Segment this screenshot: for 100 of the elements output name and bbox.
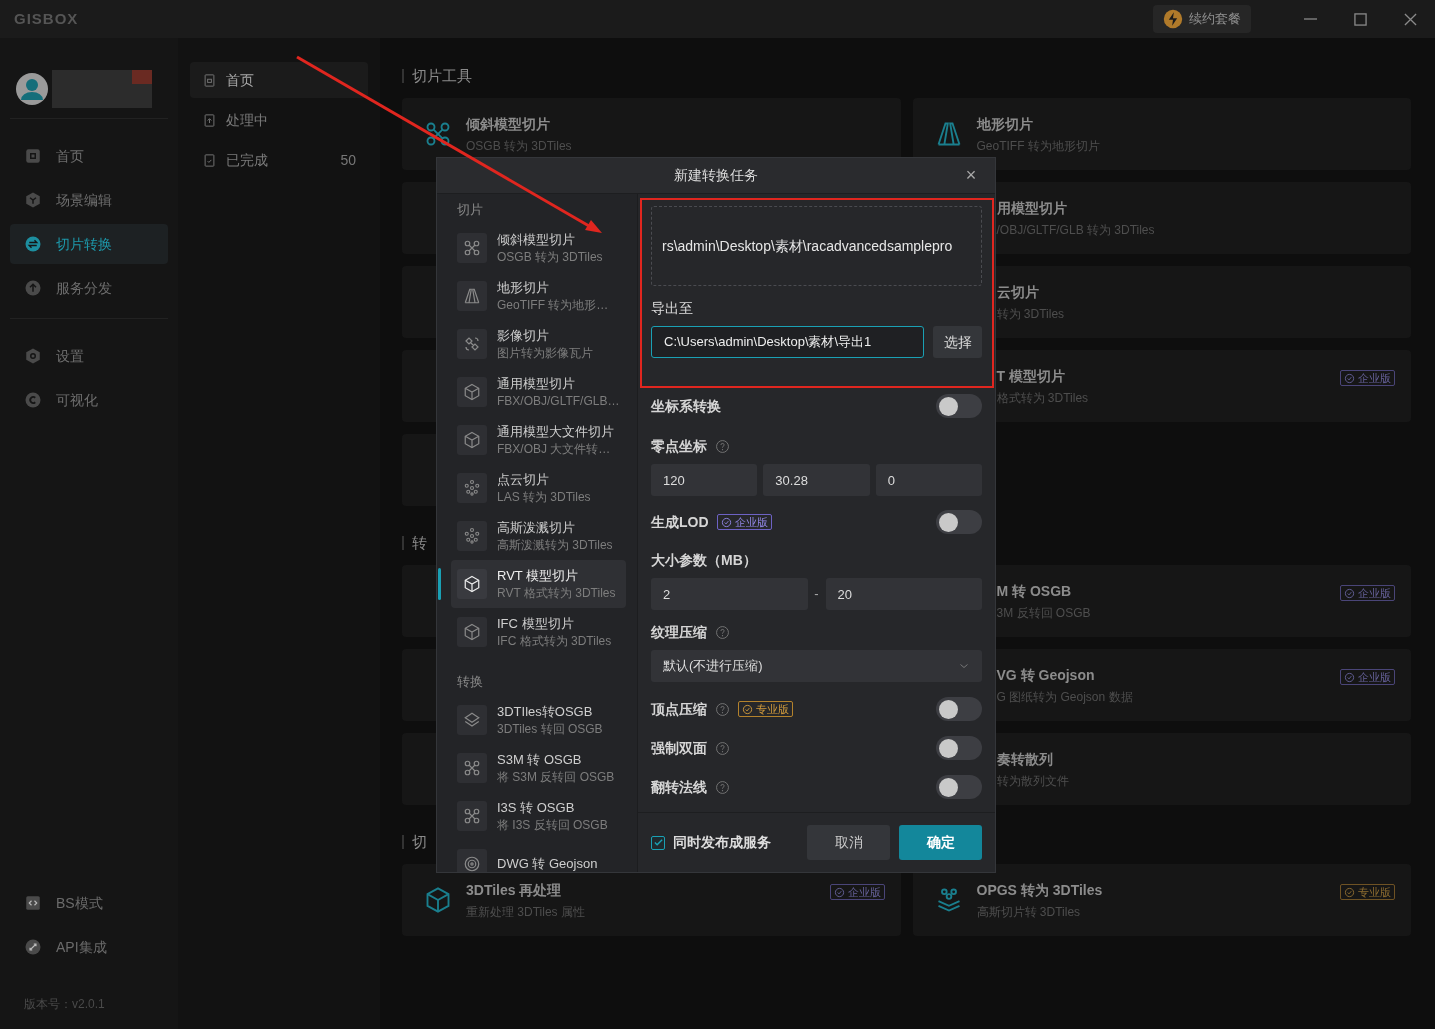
range-separator: - xyxy=(813,585,820,604)
card-title: 用模型切片 xyxy=(996,199,1068,218)
nav-item[interactable]: 可视化 xyxy=(10,380,168,420)
card-title: M 转 OSGB xyxy=(996,582,1073,601)
avatar-icon xyxy=(16,73,48,105)
item-title: 点云切片 xyxy=(497,471,550,489)
dots-icon xyxy=(463,479,481,497)
item-title: 倾斜模型切片 xyxy=(497,231,576,249)
quadcopter-icon xyxy=(463,759,481,777)
task-filter-item[interactable]: 首页 xyxy=(190,62,368,98)
nav-item[interactable]: 首页 xyxy=(10,136,168,176)
task-type-item[interactable]: 影像切片 图片转为影像瓦片 xyxy=(451,320,626,368)
coordinate-field[interactable]: 0 xyxy=(875,464,982,496)
layers-icon xyxy=(463,711,481,729)
item-subtitle: 将 I3S 反转回 OSGB xyxy=(497,817,608,833)
nav-item[interactable]: 设置 xyxy=(10,336,168,376)
coordinate-field[interactable]: 30.28 xyxy=(763,464,870,496)
minimize-icon xyxy=(1303,18,1317,20)
nav-item[interactable]: 服务分发 xyxy=(10,268,168,308)
c-circle-icon xyxy=(24,391,42,409)
card-title: 云切片 xyxy=(996,283,1040,302)
size-field[interactable]: 20 xyxy=(825,578,982,610)
item-title: 地形切片 xyxy=(497,279,550,297)
task-type-item[interactable]: 通用模型大文件切片 FBX/OBJ 大文件转… xyxy=(451,416,626,464)
field-label: 导出至 xyxy=(651,299,694,318)
check-circle-icon xyxy=(1344,671,1355,683)
task-filter-item[interactable]: 已完成 50 xyxy=(190,142,368,178)
code-icon xyxy=(24,894,42,912)
field-label: 强制双面 xyxy=(651,738,707,758)
field-label: 纹理压缩 xyxy=(651,622,707,642)
toggle-switch[interactable] xyxy=(936,697,982,721)
size-field[interactable]: 2 xyxy=(651,578,808,610)
item-subtitle: IFC 格式转为 3DTiles xyxy=(497,633,612,649)
item-title: 影像切片 xyxy=(497,327,550,345)
badge-label: 企业版 xyxy=(734,516,768,528)
item-title: I3S 转 OSGB xyxy=(497,799,576,817)
item-subtitle: 图片转为影像瓦片 xyxy=(497,345,593,361)
list-section-title: 切片 xyxy=(456,202,484,218)
cube-icon xyxy=(463,383,481,401)
task-type-item[interactable]: 地形切片 GeoTIFF 转为地形… xyxy=(451,272,626,320)
nav-item[interactable]: 切片转换 xyxy=(10,224,168,264)
toggle-switch[interactable] xyxy=(936,736,982,760)
task-type-item[interactable]: 通用模型切片 FBX/OBJ/GLTF/GLB… xyxy=(451,368,626,416)
task-type-item[interactable]: 点云切片 LAS 转为 3DTiles xyxy=(451,464,626,512)
task-type-item[interactable]: 3DTIles转OSGB 3DTiles 转回 OSGB xyxy=(451,696,626,744)
section-title: 转 xyxy=(412,532,427,553)
item-title: 3DTIles转OSGB xyxy=(497,703,594,721)
card-title: OPGS 转为 3DTiles xyxy=(976,881,1104,900)
check-circle-icon xyxy=(833,886,845,898)
choose-button[interactable]: 选择 xyxy=(933,326,982,358)
export-path-field[interactable]: C:\Users\admin\Desktop\素材\导出1 xyxy=(651,326,925,358)
item-subtitle: 高斯泼溅转为 3DTiles xyxy=(497,537,613,553)
close-icon xyxy=(1403,12,1417,26)
item-subtitle: 将 S3M 反转回 OSGB xyxy=(497,769,615,785)
settings-icon xyxy=(24,347,42,365)
field-label: 翻转法线 xyxy=(651,777,707,797)
badge-label: 专业版 xyxy=(756,703,789,715)
list-section-title: 转换 xyxy=(456,674,484,690)
check-circle-icon xyxy=(1344,587,1355,599)
toggle-switch[interactable] xyxy=(936,394,982,418)
item-title: IFC 模型切片 xyxy=(497,615,575,633)
file-drop-zone[interactable]: rs\admin\Desktop\素材\racadvancedsamplepro xyxy=(651,206,982,286)
quadcopter-icon xyxy=(463,807,481,825)
confirm-button[interactable]: 确定 xyxy=(899,825,982,860)
checkbox[interactable] xyxy=(651,835,665,850)
field-label: 大小参数（MB） xyxy=(651,550,757,570)
nav-item[interactable]: 场景编辑 xyxy=(10,180,168,220)
task-type-item[interactable]: 高斯泼溅切片 高斯泼溅转为 3DTiles xyxy=(451,512,626,560)
cancel-button[interactable]: 取消 xyxy=(807,825,890,860)
coordinate-field[interactable]: 120 xyxy=(651,464,758,496)
toggle-switch[interactable] xyxy=(936,510,982,534)
task-type-item[interactable]: I3S 转 OSGB 将 I3S 反转回 OSGB xyxy=(451,792,626,840)
item-subtitle: 3DTiles 转回 OSGB xyxy=(497,721,603,737)
toggle-switch[interactable] xyxy=(936,775,982,799)
quadcopter-icon xyxy=(424,120,452,148)
publish-checkbox[interactable]: 同时发布成服务 xyxy=(651,832,798,853)
check-circle-icon xyxy=(742,703,753,715)
task-type-item[interactable]: 倾斜模型切片 OSGB 转为 3DTiles xyxy=(451,224,626,272)
cube-icon xyxy=(463,623,481,641)
renew-button[interactable]: 续约套餐 xyxy=(1153,5,1251,33)
document-icon xyxy=(202,72,217,88)
item-title: 通用模型大文件切片 xyxy=(497,423,614,441)
cube-icon xyxy=(463,431,481,449)
task-type-item[interactable]: S3M 转 OSGB 将 S3M 反转回 OSGB xyxy=(451,744,626,792)
task-type-item[interactable]: IFC 模型切片 IFC 格式转为 3DTiles xyxy=(451,608,626,656)
card-title: 地形切片 xyxy=(976,115,1034,134)
item-subtitle: FBX/OBJ 大文件转… xyxy=(497,441,612,457)
compression-select[interactable]: 默认(不进行压缩) xyxy=(651,650,982,682)
section-title: 切片工具 xyxy=(412,65,472,86)
card-title: 奏转散列 xyxy=(996,750,1054,769)
badge-label: 企业版 xyxy=(847,886,881,898)
swap-icon xyxy=(24,235,42,253)
satellite-icon xyxy=(463,335,481,353)
item-title: RVT 模型切片 xyxy=(497,567,580,585)
item-title: 高斯泼溅切片 xyxy=(497,519,576,537)
check-circle-icon xyxy=(1344,886,1355,898)
document-icon xyxy=(202,152,217,168)
task-filter-item[interactable]: 处理中 xyxy=(190,102,368,138)
app-logo: GISBOX xyxy=(14,8,79,29)
card-title: VG 转 Geojson xyxy=(996,666,1096,685)
